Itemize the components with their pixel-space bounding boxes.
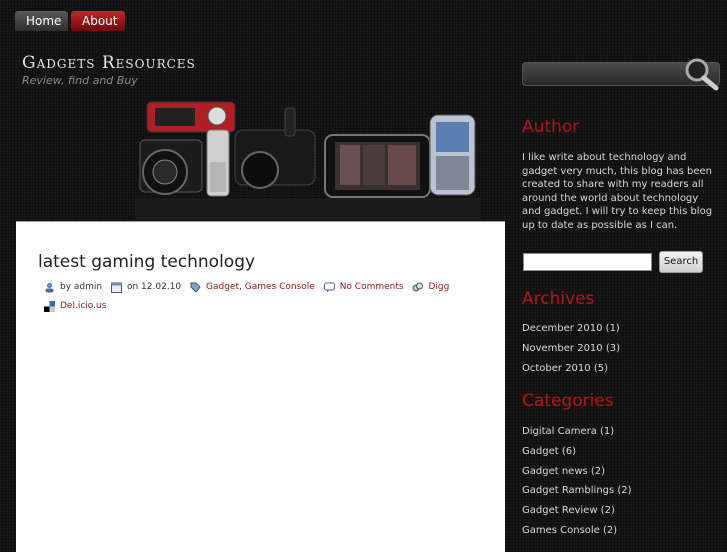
category-link-games-console[interactable]: Games Console [245,280,315,295]
magnifier-icon[interactable] [683,57,719,91]
site-title[interactable]: Gadgets Resources [22,53,196,73]
site-description: Review, find and Buy [22,74,138,87]
sidebar-search-input[interactable] [523,253,652,271]
category-separator: , [239,282,242,292]
post-date: on 12.02.10 [126,282,182,292]
category-link[interactable]: Gadget news (2) [522,462,632,482]
archives-list: December 2010 (1) November 2010 (3) Octo… [522,319,620,378]
post-meta: by admin on 12.02.10 Gadget, Games Conso… [44,280,484,318]
nav-about[interactable]: About [71,11,125,31]
categories-heading: Categories [522,391,614,411]
author-heading: Author [522,117,580,137]
user-icon [45,282,54,293]
category-link[interactable]: Games Console (2) [522,521,632,541]
comment-icon [323,282,335,293]
author-text: I like write about technology and gadget… [522,152,713,231]
digg-icon [412,282,424,292]
nav-home[interactable]: Home [15,11,68,31]
gadgets-banner-image [135,101,480,220]
delicious-icon [44,301,55,312]
main-nav: Home About [15,11,125,31]
category-link[interactable]: Digital Camera (1) [522,422,632,442]
category-link[interactable]: Gadget (6) [522,442,632,462]
archives-heading: Archives [522,289,595,309]
search-button[interactable]: Search [659,251,703,273]
post-title[interactable]: latest gaming technology [38,252,255,272]
archive-link[interactable]: December 2010 (1) [522,319,620,339]
comments-link[interactable]: No Comments [340,280,404,295]
tag-icon [190,282,201,293]
archive-link[interactable]: November 2010 (3) [522,339,620,359]
archive-link[interactable]: October 2010 (5) [522,359,620,379]
digg-link[interactable]: Digg [428,280,449,295]
delicious-link[interactable]: Del.icio.us [60,299,106,314]
category-link-gadget[interactable]: Gadget [206,280,239,295]
main-content: latest gaming technology by admin on 12.… [16,221,505,552]
category-link[interactable]: Gadget Review (2) [522,501,632,521]
post-author: by admin [60,282,103,292]
calendar-icon [110,282,122,293]
categories-list: Digital Camera (1) Gadget (6) Gadget new… [522,422,632,541]
category-link[interactable]: Gadget Ramblings (2) [522,481,632,501]
